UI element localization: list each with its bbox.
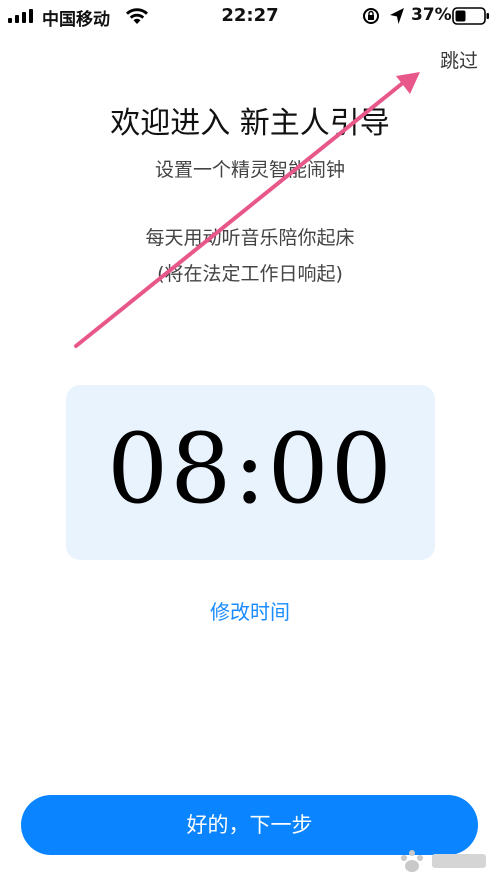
page-title: 欢迎进入 新主人引导 <box>110 106 390 141</box>
alarm-time-card: 08:00 <box>66 385 435 560</box>
description-line-1: 每天用动听音乐陪你起床 <box>145 227 355 249</box>
status-bar: 中国移动 22:27 37% <box>0 0 500 32</box>
baidu-watermark-icon <box>401 850 486 872</box>
battery-icon <box>452 7 489 25</box>
alarm-time: 08:00 <box>107 413 394 525</box>
skip-button[interactable]: 跳过 <box>440 46 478 73</box>
modify-time-link[interactable]: 修改时间 <box>0 596 500 625</box>
location-arrow-icon <box>390 8 404 24</box>
battery-percent: 37% <box>411 5 452 25</box>
rotation-lock-icon <box>363 8 379 24</box>
description-line-2: (将在法定工作日响起) <box>157 263 343 285</box>
page-subtitle: 设置一个精灵智能闹钟 <box>154 159 345 181</box>
